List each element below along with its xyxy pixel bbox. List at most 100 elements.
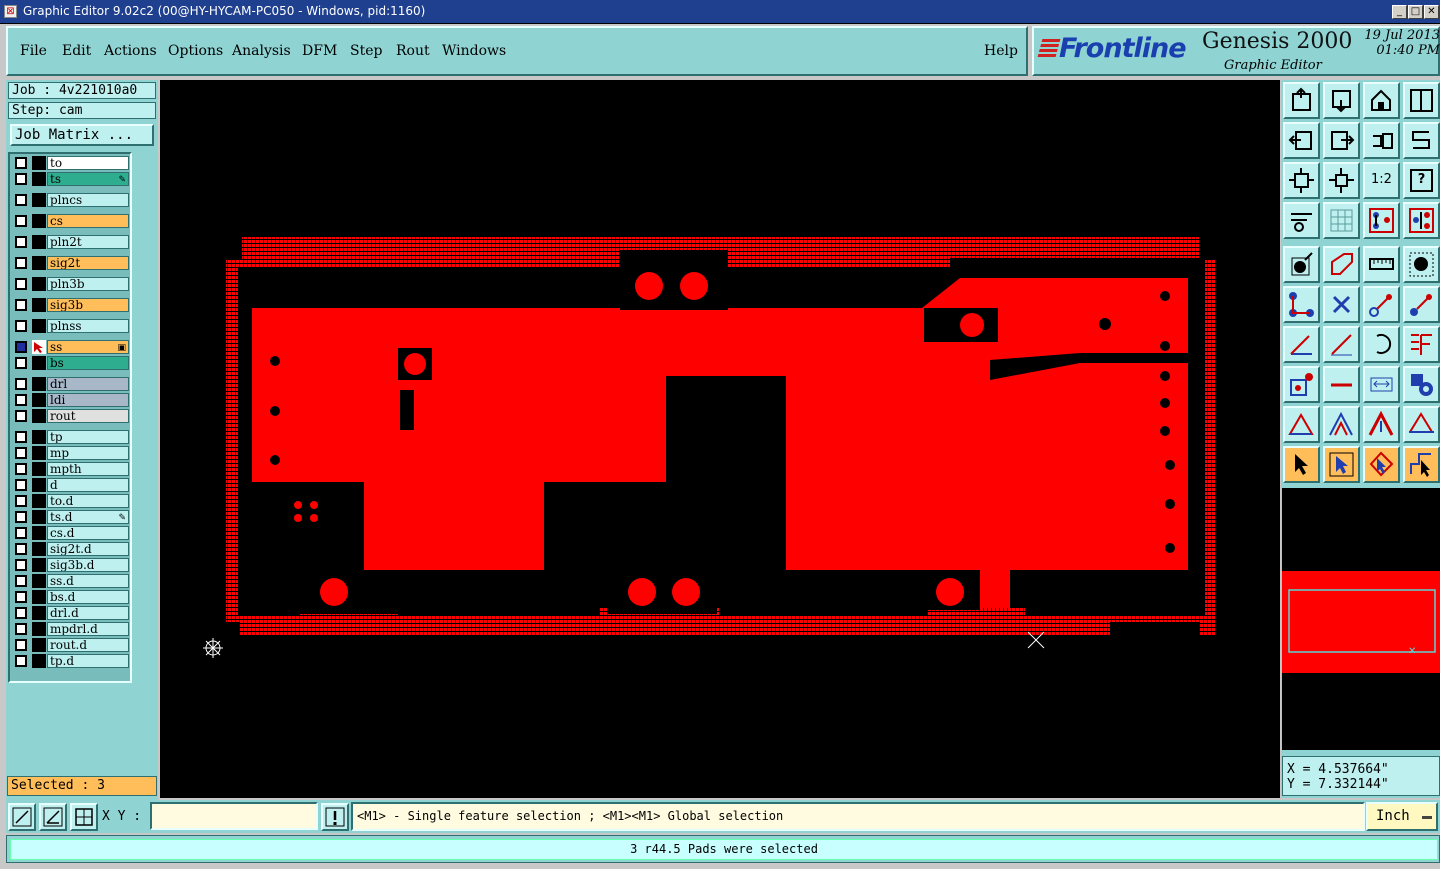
layer-name[interactable]: ss.d xyxy=(47,574,129,588)
window-frame-icon[interactable] xyxy=(1403,82,1440,119)
zoom-ratio-button[interactable]: 1:2 xyxy=(1363,162,1400,199)
layer-name[interactable]: rout xyxy=(47,409,129,423)
layer-color-swatch[interactable] xyxy=(32,622,46,636)
select-area-icon[interactable] xyxy=(1323,446,1360,483)
layer-name[interactable]: cs.d xyxy=(47,526,129,540)
zoom-center-icon[interactable] xyxy=(1323,162,1360,199)
layer-checkbox[interactable] xyxy=(15,591,27,603)
layer-color-swatch[interactable] xyxy=(32,156,46,170)
layer-color-swatch[interactable] xyxy=(32,574,46,588)
measure-span-icon[interactable] xyxy=(1363,366,1400,403)
layer-row-mp[interactable]: mp xyxy=(12,446,130,460)
layer-checkbox[interactable] xyxy=(15,543,27,555)
add-surface-icon[interactable] xyxy=(1323,246,1360,283)
units-dropdown[interactable]: Inch xyxy=(1366,802,1438,831)
layer-color-swatch[interactable] xyxy=(32,526,46,540)
menu-edit[interactable]: Edit xyxy=(62,43,91,59)
layer-name[interactable]: ldi xyxy=(47,393,129,407)
layer-name[interactable]: sig2t.d xyxy=(47,542,129,556)
xy-input[interactable] xyxy=(150,802,318,830)
layer-row-ss-d[interactable]: ss.d xyxy=(12,574,130,588)
layer-name[interactable]: sig2t xyxy=(47,256,129,270)
layer-row-rout[interactable]: rout xyxy=(12,409,130,423)
layer-name[interactable]: ts.d ✎ xyxy=(47,510,129,524)
alert-icon[interactable] xyxy=(321,803,349,831)
line-drag-icon[interactable] xyxy=(1403,286,1440,323)
layer-connect-icon[interactable] xyxy=(1363,202,1400,239)
select-arrow-icon[interactable] xyxy=(1283,446,1320,483)
menu-dfm[interactable]: DFM xyxy=(302,43,337,59)
layer-checkbox[interactable] xyxy=(15,320,27,332)
layer-color-swatch[interactable] xyxy=(32,393,46,407)
pan-down-icon[interactable] xyxy=(1323,82,1360,119)
pan-right-icon[interactable] xyxy=(1323,122,1360,159)
menu-rout[interactable]: Rout xyxy=(396,43,430,59)
layer-row-tp-d[interactable]: tp.d xyxy=(12,654,130,668)
layer-connect-alt-icon[interactable] xyxy=(1403,202,1440,239)
layer-checkbox[interactable] xyxy=(15,278,27,290)
layer-name[interactable]: mp xyxy=(47,446,129,460)
layer-name[interactable]: to.d xyxy=(47,494,129,508)
menu-help[interactable]: Help xyxy=(984,43,1018,59)
layer-color-swatch[interactable] xyxy=(32,409,46,423)
layer-checkbox[interactable] xyxy=(15,463,27,475)
job-matrix-button[interactable]: Job Matrix ... xyxy=(10,124,154,146)
layer-color-swatch[interactable] xyxy=(32,462,46,476)
layer-row-cs-d[interactable]: cs.d xyxy=(12,526,130,540)
layer-color-swatch[interactable] xyxy=(32,590,46,604)
menu-file[interactable]: File xyxy=(20,43,47,59)
work-layer-arrow-icon[interactable] xyxy=(32,340,46,354)
menu-step[interactable]: Step xyxy=(350,43,382,59)
pad-edit-icon[interactable] xyxy=(1283,366,1320,403)
overview-map[interactable]: ✕ xyxy=(1282,488,1440,750)
layer-row-sig3b-d[interactable]: sig3b.d xyxy=(12,558,130,572)
layer-row-sig2t[interactable]: sig2t xyxy=(12,256,130,270)
layer-checkbox[interactable] xyxy=(15,431,27,443)
layer-color-swatch[interactable] xyxy=(32,446,46,460)
layer-row-pln3b[interactable]: pln3b xyxy=(12,277,130,291)
layer-name[interactable]: bs xyxy=(47,356,129,370)
settings-tools-icon[interactable] xyxy=(1283,202,1320,239)
layer-row-drl-d[interactable]: drl.d xyxy=(12,606,130,620)
triangle-measure-icon[interactable] xyxy=(1403,406,1440,443)
pad-select-icon[interactable] xyxy=(1403,246,1440,283)
layer-checkbox[interactable] xyxy=(15,215,27,227)
layer-checkbox[interactable] xyxy=(15,575,27,587)
layer-checkbox[interactable] xyxy=(15,527,27,539)
home-view-icon[interactable] xyxy=(1363,82,1400,119)
layer-color-swatch[interactable] xyxy=(32,606,46,620)
layer-color-swatch[interactable] xyxy=(32,494,46,508)
layer-row-mpth[interactable]: mpth xyxy=(12,462,130,476)
layer-row-ts-d[interactable]: ts.d ✎ xyxy=(12,510,130,524)
arc-draw-icon[interactable] xyxy=(1363,326,1400,363)
layer-color-swatch[interactable] xyxy=(32,356,46,370)
layer-color-swatch[interactable] xyxy=(32,172,46,186)
layer-row-pln2t[interactable]: pln2t xyxy=(12,235,130,249)
layer-row-plnss[interactable]: plnss xyxy=(12,319,130,333)
layer-checkbox[interactable] xyxy=(15,495,27,507)
layer-row-sig2t-d[interactable]: sig2t.d xyxy=(12,542,130,556)
layer-name[interactable]: rout.d xyxy=(47,638,129,652)
layer-row-to[interactable]: to xyxy=(12,156,130,170)
snap-mode-icon[interactable] xyxy=(8,803,36,831)
layer-row-plncs[interactable]: plncs xyxy=(12,193,130,207)
layer-row-ts[interactable]: ts ✎ xyxy=(12,172,130,186)
layer-color-swatch[interactable] xyxy=(32,214,46,228)
snap-angle-icon[interactable] xyxy=(39,803,67,831)
layer-row-ss[interactable]: ss ▣ xyxy=(12,340,130,354)
layer-name[interactable]: d xyxy=(47,478,129,492)
line-horizontal-icon[interactable] xyxy=(1323,366,1360,403)
triangle-outline-icon[interactable] xyxy=(1363,406,1400,443)
select-polygon-icon[interactable] xyxy=(1363,446,1400,483)
layer-row-bs-d[interactable]: bs.d xyxy=(12,590,130,604)
layer-color-swatch[interactable] xyxy=(32,377,46,391)
layer-name[interactable]: sig3b xyxy=(47,298,129,312)
maximize-button[interactable]: □ xyxy=(1408,5,1423,19)
layer-name[interactable]: cs xyxy=(47,214,129,228)
layer-row-ldi[interactable]: ldi xyxy=(12,393,130,407)
layer-name[interactable]: pln3b xyxy=(47,277,129,291)
layer-name[interactable]: plnss xyxy=(47,319,129,333)
pan-left-icon[interactable] xyxy=(1283,122,1320,159)
layer-color-swatch[interactable] xyxy=(32,542,46,556)
layer-color-swatch[interactable] xyxy=(32,235,46,249)
